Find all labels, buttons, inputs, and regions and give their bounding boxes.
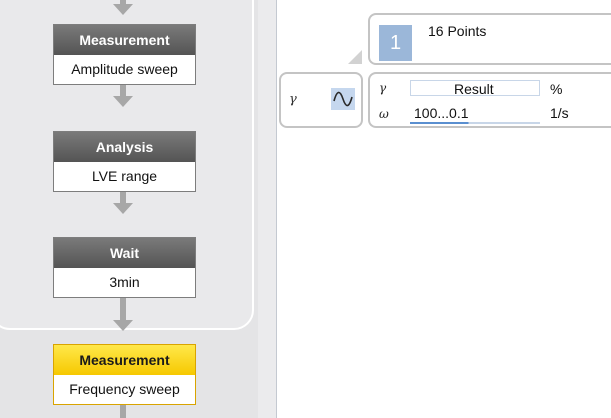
workflow-step-frequency-sweep[interactable]: Measurement Frequency sweep [53,344,196,405]
parameter-box[interactable]: γ [279,72,363,128]
result-section: γ Result % ω 100...0.1 1/s [368,72,611,128]
workflow-pane: Measurement Amplitude sweep Analysis LVE… [0,0,258,418]
omega-symbol: ω [379,107,389,121]
step-subtitle: Frequency sweep [54,375,195,404]
step-subtitle: 3min [54,268,195,297]
gamma-symbol: γ [379,81,387,95]
result-value: Result [454,81,494,97]
connector-line [120,297,126,322]
step-title: Wait [54,238,195,268]
connector-line [120,404,126,418]
step-subtitle: LVE range [54,162,195,191]
points-label: 16 Points [428,23,487,39]
workflow-step-lve-range[interactable]: Analysis LVE range [53,131,196,192]
app-window: Measurement Amplitude sweep Analysis LVE… [0,0,611,418]
step-title: Measurement [54,345,195,375]
result-unit: % [550,81,563,97]
arrow-down-icon [113,320,133,331]
sine-wave-icon[interactable] [331,88,355,110]
range-bar [410,122,540,124]
step-title: Analysis [54,132,195,162]
frequency-range-value: 100...0.1 [414,105,469,121]
step-subtitle: Amplitude sweep [54,55,195,84]
resize-grip-icon [348,50,362,64]
arrow-down-icon [113,4,133,15]
frequency-unit: 1/s [550,105,569,121]
pane-divider [258,0,277,418]
points-section[interactable]: 1 16 Points [368,13,611,65]
arrow-down-icon [113,203,133,214]
workflow-step-wait[interactable]: Wait 3min [53,237,196,298]
point-count-badge[interactable]: 1 [379,25,412,61]
arrow-down-icon [113,96,133,107]
gamma-symbol: γ [289,92,297,107]
step-title: Measurement [54,25,195,55]
workflow-step-amplitude-sweep[interactable]: Measurement Amplitude sweep [53,24,196,85]
